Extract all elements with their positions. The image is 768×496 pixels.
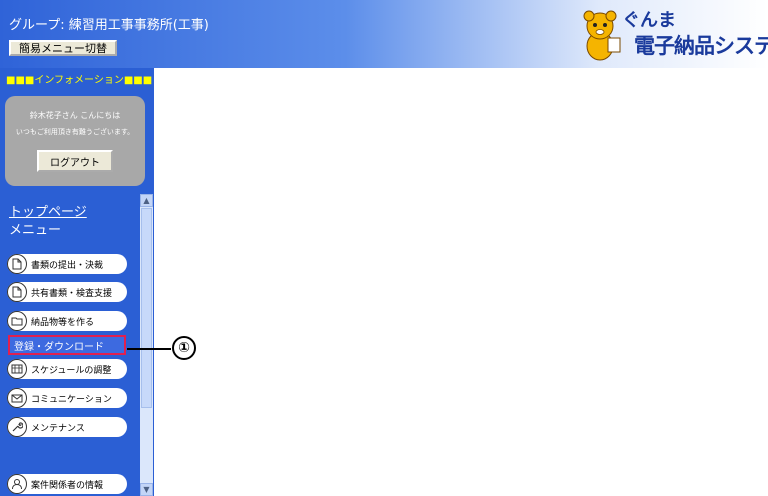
menu-item-maintenance[interactable]: メンテナンス: [7, 417, 127, 437]
menu-item-register-download[interactable]: 登録・ダウンロード: [8, 335, 126, 355]
menu-item-label: スケジュールの調整: [31, 365, 112, 376]
document-icon: [7, 254, 27, 274]
top-page-link[interactable]: トップページ: [9, 201, 87, 220]
scroll-up-arrow-icon[interactable]: ▲: [140, 194, 153, 207]
menu-item-create-deliverables[interactable]: 納品物等を作る: [7, 311, 127, 331]
logout-button[interactable]: ログアウト: [37, 150, 113, 172]
annotation-number-badge: ①: [172, 336, 196, 360]
logo-text-gunma: ぐんま: [622, 10, 676, 31]
calendar-icon: [7, 359, 27, 379]
wrench-icon: [7, 417, 27, 437]
app-logo: ぐんま 電子納品システム: [578, 4, 768, 64]
folder-icon: [7, 311, 27, 331]
user-info-panel: 鈴木花子さん こんにちは いつもご利用頂き有難うございます。 ログアウト: [5, 96, 145, 186]
simple-menu-toggle-button[interactable]: 簡易メニュー切替: [9, 40, 117, 56]
menu-item-label: 書類の提出・決裁: [31, 260, 104, 271]
information-heading: ■■■インフォメーション■■■: [6, 75, 153, 86]
person-icon: [7, 474, 27, 494]
menu-item-label: メンテナンス: [31, 423, 85, 434]
user-greeting-thanks: いつもご利用頂き有難うございます。: [15, 128, 135, 136]
menu-item-label: 登録・ダウンロード: [14, 341, 104, 353]
group-title: グループ: 練習用工事事務所(工事): [9, 18, 209, 33]
menu-item-shared-documents[interactable]: 共有書類・検査支援: [7, 282, 127, 302]
scroll-down-arrow-icon[interactable]: ▼: [140, 483, 153, 496]
menu-item-label: 共有書類・検査支援: [31, 288, 113, 299]
document-icon: [7, 282, 27, 302]
menu-item-label: 案件関係者の情報: [31, 480, 104, 491]
menu-item-project-members[interactable]: 案件関係者の情報: [7, 474, 127, 494]
scrollbar-thumb[interactable]: [141, 208, 152, 408]
menu-item-communication[interactable]: コミュニケーション: [7, 388, 127, 408]
menu-label: メニュー: [9, 223, 62, 238]
menu-item-label: コミュニケーション: [31, 394, 112, 405]
menu-item-schedule[interactable]: スケジュールの調整: [7, 359, 127, 379]
menu-item-label: 納品物等を作る: [31, 317, 95, 328]
menu-item-document-submission[interactable]: 書類の提出・決裁: [7, 254, 127, 274]
mail-icon: [7, 388, 27, 408]
app-header: グループ: 練習用工事事務所(工事) 簡易メニュー切替 ぐんま 電子納品システム: [0, 0, 768, 68]
logo-text-system: 電子納品システム: [634, 34, 768, 58]
sidebar-scrollbar[interactable]: ▲ ▼: [140, 194, 153, 496]
annotation-callout-line: [127, 348, 171, 350]
sidebar: ■■■インフォメーション■■■ 鈴木花子さん こんにちは いつもご利用頂き有難う…: [0, 68, 154, 496]
mascot-icon: [583, 10, 621, 61]
user-greeting: 鈴木花子さん こんにちは: [29, 111, 121, 120]
